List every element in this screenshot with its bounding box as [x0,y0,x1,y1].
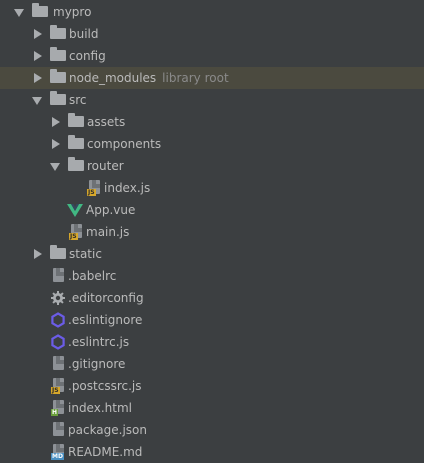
project-tree: mypro build config node_modules library r… [0,0,424,460]
tree-row-gitignore[interactable]: .gitignore [0,353,424,375]
tree-item-label: main.js [86,225,130,239]
vue-file-icon [67,204,83,217]
folder-icon [50,25,66,39]
tree-row-editorconfig[interactable]: .editorconfig [0,287,424,309]
folder-icon [32,3,48,17]
tree-row-assets[interactable]: assets [0,111,424,133]
eslint-icon [51,334,65,350]
tree-item-label: mypro [53,5,92,19]
eslint-icon [51,312,65,328]
tree-row-node-modules[interactable]: node_modules library root [0,67,424,89]
js-file-icon: JS [51,378,64,394]
tree-item-label: router [87,159,124,173]
folder-icon [50,69,66,83]
chevron-down-icon[interactable] [50,163,60,171]
tree-item-label: config [69,49,106,63]
tree-row-app-vue[interactable]: App.vue [0,199,424,221]
folder-icon [68,113,84,127]
tree-item-label: components [87,137,162,151]
tree-row-package-json[interactable]: package.json [0,419,424,441]
tree-row-config[interactable]: config [0,45,424,67]
html-file-icon: H [51,400,64,416]
chevron-right-icon[interactable] [34,51,42,61]
folder-icon [50,91,66,105]
tree-item-label: README.md [68,445,143,459]
folder-icon [68,135,84,149]
chevron-right-icon[interactable] [52,117,60,127]
tree-row-src[interactable]: src [0,89,424,111]
tree-row-index-html[interactable]: H index.html [0,397,424,419]
js-file-icon: JS [87,180,100,196]
tree-item-label: .babelrc [68,269,117,283]
tree-item-label: .gitignore [68,357,126,371]
tree-row-eslintignore[interactable]: .eslintignore [0,309,424,331]
tree-row-eslintrc-js[interactable]: .eslintrc.js [0,331,424,353]
json-file-icon [53,422,64,436]
folder-icon [68,157,84,171]
tree-row-mypro[interactable]: mypro [0,1,424,23]
tree-item-label: .eslintrc.js [68,335,130,349]
tree-row-postcssrc-js[interactable]: JS .postcssrc.js [0,375,424,397]
tree-row-build[interactable]: build [0,23,424,45]
tree-row-babelrc[interactable]: .babelrc [0,265,424,287]
tree-item-label: assets [87,115,126,129]
chevron-right-icon[interactable] [52,139,60,149]
chevron-right-icon[interactable] [34,249,42,259]
tree-item-label: App.vue [86,203,136,217]
tree-row-components[interactable]: components [0,133,424,155]
chevron-right-icon[interactable] [34,29,42,39]
tree-item-label: .postcssrc.js [68,379,142,393]
chevron-down-icon[interactable] [14,9,24,17]
tree-row-router[interactable]: router [0,155,424,177]
chevron-right-icon[interactable] [34,73,42,83]
chevron-down-icon[interactable] [32,97,42,105]
tree-item-label: .eslintignore [68,313,143,327]
folder-icon [50,245,66,259]
js-file-icon: JS [69,224,82,240]
tree-row-readme-md[interactable]: MD README.md [0,441,424,463]
text-file-icon [53,268,64,282]
tree-row-static[interactable]: static [0,243,424,265]
tree-item-label: static [69,247,102,261]
tree-item-label: index.js [104,181,151,195]
library-root-note: library root [162,71,229,85]
tree-item-label: .editorconfig [68,291,144,305]
text-file-icon [53,356,64,370]
gear-icon [51,291,65,305]
tree-item-label: src [69,93,87,107]
tree-item-label: build [69,27,99,41]
markdown-file-icon: MD [51,444,64,460]
folder-icon [50,47,66,61]
tree-item-label: index.html [68,401,132,415]
tree-item-label: package.json [68,423,148,437]
tree-item-label: node_modules [69,71,157,85]
tree-row-main-js[interactable]: JS main.js [0,221,424,243]
tree-row-router-index-js[interactable]: JS index.js [0,177,424,199]
